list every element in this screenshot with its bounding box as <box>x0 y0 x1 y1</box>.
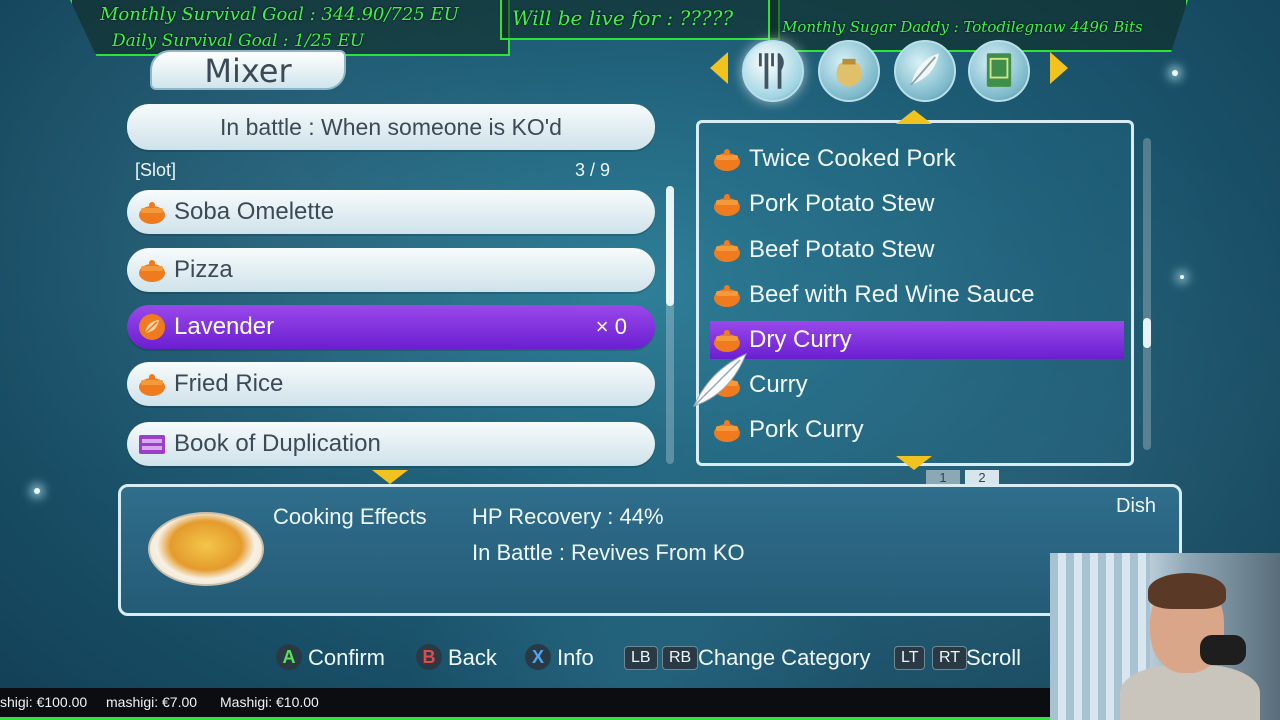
dish-scrollbar[interactable] <box>1143 138 1151 450</box>
pouch-icon[interactable] <box>818 40 880 102</box>
slot-item-label: Pizza <box>174 256 233 283</box>
category-next-arrow[interactable] <box>1050 52 1068 84</box>
x-button-glyph: X <box>525 644 551 670</box>
scroll-down-arrow[interactable] <box>896 456 932 470</box>
book-icon[interactable] <box>968 40 1030 102</box>
slot-count: 3 / 9 <box>575 160 611 180</box>
dish-item-label: Beef with Red Wine Sauce <box>749 281 1035 308</box>
scroll-hint[interactable]: Scroll <box>966 644 1021 672</box>
dish-pot-icon <box>714 420 740 442</box>
dish-item-label: Pork Potato Stew <box>749 190 935 217</box>
dish-item-label: Twice Cooked Pork <box>749 145 956 172</box>
scroll-thumb[interactable] <box>666 186 674 306</box>
dish-pot-icon <box>714 194 740 216</box>
dish-pot-icon <box>139 260 165 282</box>
dish-image <box>148 512 264 586</box>
sparkle <box>34 488 40 494</box>
dish-pot-icon <box>714 149 740 171</box>
category-prev-arrow[interactable] <box>710 52 728 84</box>
daily-goal-text: Daily Survival Goal : 1/25 EU <box>112 31 365 51</box>
webcam-person <box>1120 665 1260 720</box>
info-heading: Cooking Effects <box>273 504 427 529</box>
leaf-icon <box>139 314 165 340</box>
slot-item[interactable]: Fried Rice <box>127 362 655 406</box>
slot-scrollbar[interactable] <box>666 186 674 464</box>
slot-item-label: Soba Omelette <box>174 198 335 225</box>
slot-item-selected[interactable]: Lavender × 0 <box>127 305 655 349</box>
info-line: In Battle : Revives From KO <box>472 540 745 565</box>
dish-pot-icon <box>139 202 165 224</box>
dish-item[interactable]: Pork Curry <box>710 411 1124 449</box>
dish-item[interactable]: Curry <box>710 366 1124 404</box>
webcam-feed <box>1050 553 1280 720</box>
dish-item[interactable]: Beef Potato Stew <box>710 231 1124 269</box>
slot-item[interactable]: Book of Duplication <box>127 422 655 466</box>
dish-pot-icon <box>714 285 740 307</box>
sugar-daddy-text: Monthly Sugar Daddy : Totodilegnaw 4496 … <box>782 18 1143 36</box>
lb-button-glyph: LB <box>624 646 658 670</box>
dish-item-label: Curry <box>749 371 808 398</box>
trigger-condition: In battle : When someone is KO'd <box>127 104 655 150</box>
slot-item-label: Book of Duplication <box>174 430 381 457</box>
slot-item[interactable]: Soba Omelette <box>127 190 655 234</box>
microphone-icon <box>1200 635 1246 665</box>
dish-pot-icon <box>139 374 165 396</box>
scroll-up-arrow[interactable] <box>896 110 932 124</box>
dish-pot-icon <box>714 240 740 262</box>
scroll-down-arrow[interactable] <box>372 470 408 484</box>
dish-item-label: Dry Curry <box>749 326 852 353</box>
change-category-hint[interactable]: Change Category <box>698 644 870 672</box>
dish-item-selected[interactable]: Dry Curry <box>710 321 1124 359</box>
back-hint[interactable]: Back <box>448 644 497 672</box>
slot-label: [Slot] <box>135 160 177 180</box>
dish-item-label: Pork Curry <box>749 416 864 443</box>
ticker-item: shigi: €100.00 <box>0 694 88 710</box>
rb-button-glyph: RB <box>662 646 699 670</box>
a-button-glyph: A <box>276 644 302 670</box>
info-hint[interactable]: Info <box>557 644 594 672</box>
item-type: Dish <box>1116 495 1157 517</box>
sparkle <box>1172 70 1178 76</box>
dish-item[interactable]: Beef with Red Wine Sauce <box>710 276 1124 314</box>
dish-item[interactable]: Pork Potato Stew <box>710 185 1124 223</box>
chest-icon <box>139 435 165 454</box>
fork-knife-icon[interactable] <box>742 40 804 102</box>
feather-cursor-icon <box>693 353 747 407</box>
info-line: HP Recovery : 44% <box>472 504 664 529</box>
lt-button-glyph: LT <box>894 646 926 670</box>
ticker-item: mashigi: €7.00 <box>106 694 198 710</box>
dish-item-label: Beef Potato Stew <box>749 236 935 263</box>
ticker-item: Mashigi: €10.00 <box>220 694 319 710</box>
monthly-goal-text: Monthly Survival Goal : 344.90/725 EU <box>100 4 459 25</box>
item-quantity: × 0 <box>595 314 627 339</box>
dish-item[interactable]: Twice Cooked Pork <box>710 140 1124 178</box>
rt-button-glyph: RT <box>932 646 968 670</box>
slot-item-label: Fried Rice <box>174 370 284 397</box>
live-for-text: Will be live for : ????? <box>512 6 734 30</box>
slot-item-label: Lavender <box>174 313 275 340</box>
page-title: Mixer <box>150 50 346 90</box>
confirm-hint[interactable]: Confirm <box>308 644 385 672</box>
webcam-person <box>1148 573 1226 609</box>
b-button-glyph: B <box>416 644 442 670</box>
sparkle <box>1180 275 1184 279</box>
feather-icon[interactable] <box>894 40 956 102</box>
scroll-thumb[interactable] <box>1143 318 1151 348</box>
slot-item[interactable]: Pizza <box>127 248 655 292</box>
